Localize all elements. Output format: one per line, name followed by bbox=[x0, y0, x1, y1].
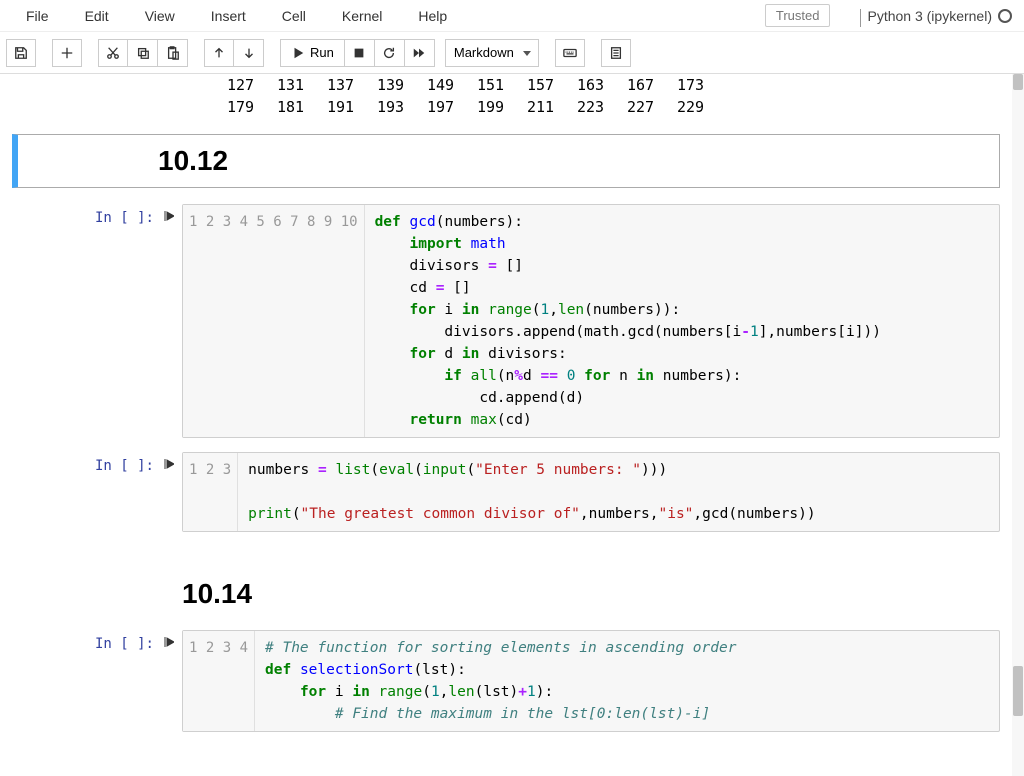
restart-button[interactable] bbox=[375, 39, 405, 67]
scissors-icon bbox=[106, 46, 120, 60]
interrupt-button[interactable] bbox=[345, 39, 375, 67]
move-down-button[interactable] bbox=[234, 39, 264, 67]
gutter: 1 2 3 4 bbox=[183, 631, 255, 731]
menu-bar: File Edit View Insert Cell Kernel Help T… bbox=[0, 0, 1024, 32]
open-notebook-button[interactable] bbox=[601, 39, 631, 67]
code-editor[interactable]: 1 2 3 4 # The function for sorting eleme… bbox=[182, 630, 1000, 732]
kernel-indicator-icon[interactable] bbox=[998, 9, 1012, 23]
prompt: In [ ]: bbox=[12, 630, 182, 732]
markdown-cell[interactable]: 10.14 bbox=[12, 568, 1000, 620]
gutter: 1 2 3 bbox=[183, 453, 238, 531]
menu-file[interactable]: File bbox=[8, 4, 67, 28]
kernel-name[interactable]: Python 3 (ipykernel) bbox=[867, 8, 992, 24]
move-up-button[interactable] bbox=[204, 39, 234, 67]
run-cell-icon[interactable] bbox=[164, 458, 174, 474]
code-editor[interactable]: 1 2 3 numbers = list(eval(input("Enter 5… bbox=[182, 452, 1000, 532]
output-text: 127131137139149151157163167173 179181191… bbox=[227, 74, 1000, 118]
run-button[interactable]: Run bbox=[280, 39, 345, 67]
command-palette-button[interactable] bbox=[555, 39, 585, 67]
notebook-icon bbox=[609, 46, 623, 60]
arrow-down-icon bbox=[242, 46, 256, 60]
gutter: 1 2 3 4 5 6 7 8 9 10 bbox=[183, 205, 365, 437]
prompt-text: In [ ]: bbox=[95, 210, 154, 226]
add-cell-button[interactable] bbox=[52, 39, 82, 67]
menu-kernel[interactable]: Kernel bbox=[324, 4, 400, 28]
menu-edit[interactable]: Edit bbox=[67, 4, 127, 28]
scrollbar-thumb[interactable] bbox=[1013, 74, 1023, 90]
menu-insert[interactable]: Insert bbox=[193, 4, 264, 28]
code-editor[interactable]: 1 2 3 4 5 6 7 8 9 10 def gcd(numbers): i… bbox=[182, 204, 1000, 438]
menu-view[interactable]: View bbox=[127, 4, 193, 28]
code-content[interactable]: # The function for sorting elements in a… bbox=[255, 631, 999, 731]
play-icon bbox=[291, 46, 305, 60]
copy-button[interactable] bbox=[128, 39, 158, 67]
menu-cell[interactable]: Cell bbox=[264, 4, 324, 28]
kernel-sep bbox=[860, 9, 861, 27]
scrollbar-thumb[interactable] bbox=[1013, 666, 1023, 716]
scrollbar[interactable] bbox=[1012, 74, 1024, 776]
restart-run-all-button[interactable] bbox=[405, 39, 435, 67]
heading-10-12: 10.12 bbox=[158, 135, 999, 187]
toolbar: Run Markdown bbox=[0, 32, 1024, 74]
trusted-badge[interactable]: Trusted bbox=[765, 4, 831, 27]
keyboard-icon bbox=[563, 46, 577, 60]
refresh-icon bbox=[382, 46, 396, 60]
cell-type-wrap: Markdown bbox=[439, 39, 539, 67]
prompt: In [ ]: bbox=[12, 204, 182, 438]
prompt: In [ ]: bbox=[12, 452, 182, 532]
paste-button[interactable] bbox=[158, 39, 188, 67]
notebook-container[interactable]: 127131137139149151157163167173 179181191… bbox=[0, 74, 1012, 776]
arrow-up-icon bbox=[212, 46, 226, 60]
prompt-text: In [ ]: bbox=[95, 636, 154, 652]
cut-button[interactable] bbox=[98, 39, 128, 67]
menu-help[interactable]: Help bbox=[400, 4, 465, 28]
cell-type-select[interactable]: Markdown bbox=[445, 39, 539, 67]
heading-10-14: 10.14 bbox=[182, 568, 1000, 620]
markdown-cell[interactable]: 10.12 bbox=[12, 134, 1000, 188]
code-cell[interactable]: In [ ]: 1 2 3 4 # The function for sorti… bbox=[12, 626, 1000, 736]
code-cell[interactable]: In [ ]: 1 2 3 4 5 6 7 8 9 10 def gcd(num… bbox=[12, 200, 1000, 442]
copy-icon bbox=[136, 46, 150, 60]
prompt-text: In [ ]: bbox=[95, 458, 154, 474]
paste-icon bbox=[166, 46, 180, 60]
run-label: Run bbox=[310, 45, 334, 60]
stop-icon bbox=[352, 46, 366, 60]
save-icon bbox=[14, 46, 28, 60]
run-cell-icon[interactable] bbox=[164, 636, 174, 652]
fast-forward-icon bbox=[412, 46, 426, 60]
markdown-cell-rendered[interactable]: 10.14 bbox=[12, 568, 1000, 620]
save-button[interactable] bbox=[6, 39, 36, 67]
code-cell[interactable]: In [ ]: 1 2 3 numbers = list(eval(input(… bbox=[12, 448, 1000, 536]
run-cell-icon[interactable] bbox=[164, 210, 174, 226]
plus-icon bbox=[60, 46, 74, 60]
code-content[interactable]: def gcd(numbers): import math divisors =… bbox=[365, 205, 999, 437]
markdown-cell-selected[interactable]: 10.12 bbox=[12, 134, 1000, 188]
code-content[interactable]: numbers = list(eval(input("Enter 5 numbe… bbox=[238, 453, 999, 531]
